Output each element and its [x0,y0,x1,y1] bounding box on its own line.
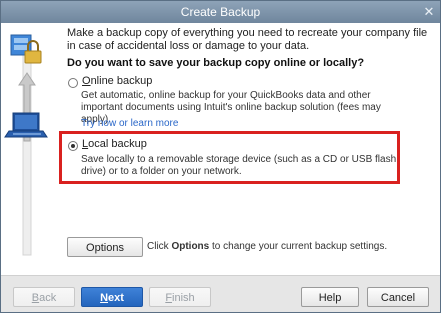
back-button-access-key: B [31,292,40,304]
online-backup-radio[interactable] [68,78,78,88]
options-hint: Click Options to change your current bac… [147,241,387,252]
close-icon[interactable]: ✕ [422,5,436,19]
window-title: Create Backup [180,5,261,19]
next-button-rest: ext [108,292,124,304]
options-button[interactable]: Options [67,237,143,257]
cancel-button[interactable]: Cancel [367,287,429,307]
online-backup-label-access-key: O [82,75,91,87]
finish-button[interactable]: Finish [149,287,211,307]
online-backup-label-rest: nline backup [90,75,153,87]
next-button[interactable]: Next [81,287,143,307]
wizard-footer: Back Next Finish Help Cancel [1,275,440,312]
intro-text: Make a backup copy of everything you nee… [67,27,428,52]
laptop-icon [4,112,48,138]
try-now-link[interactable]: Try now or learn more [81,118,178,129]
title-bar: Create Backup ✕ [1,1,440,23]
online-backup-label[interactable]: Online backup [82,75,152,87]
options-hint-suffix: to change your current backup settings. [209,241,388,252]
backup-illustration [1,23,57,275]
options-hint-bold: Options [171,241,210,252]
options-hint-prefix: Click [147,241,172,252]
finish-button-rest: inish [172,292,195,304]
lock-icon [24,40,42,64]
back-button-rest: ack [39,292,57,304]
next-button-access-key: N [100,292,109,304]
help-button[interactable]: Help [301,287,359,307]
create-backup-window: Create Backup ✕ Make a backup copy of ev… [0,0,441,313]
question-heading: Do you want to save your backup copy onl… [67,57,365,69]
back-button[interactable]: Back [13,287,75,307]
local-backup-highlight [59,131,400,184]
